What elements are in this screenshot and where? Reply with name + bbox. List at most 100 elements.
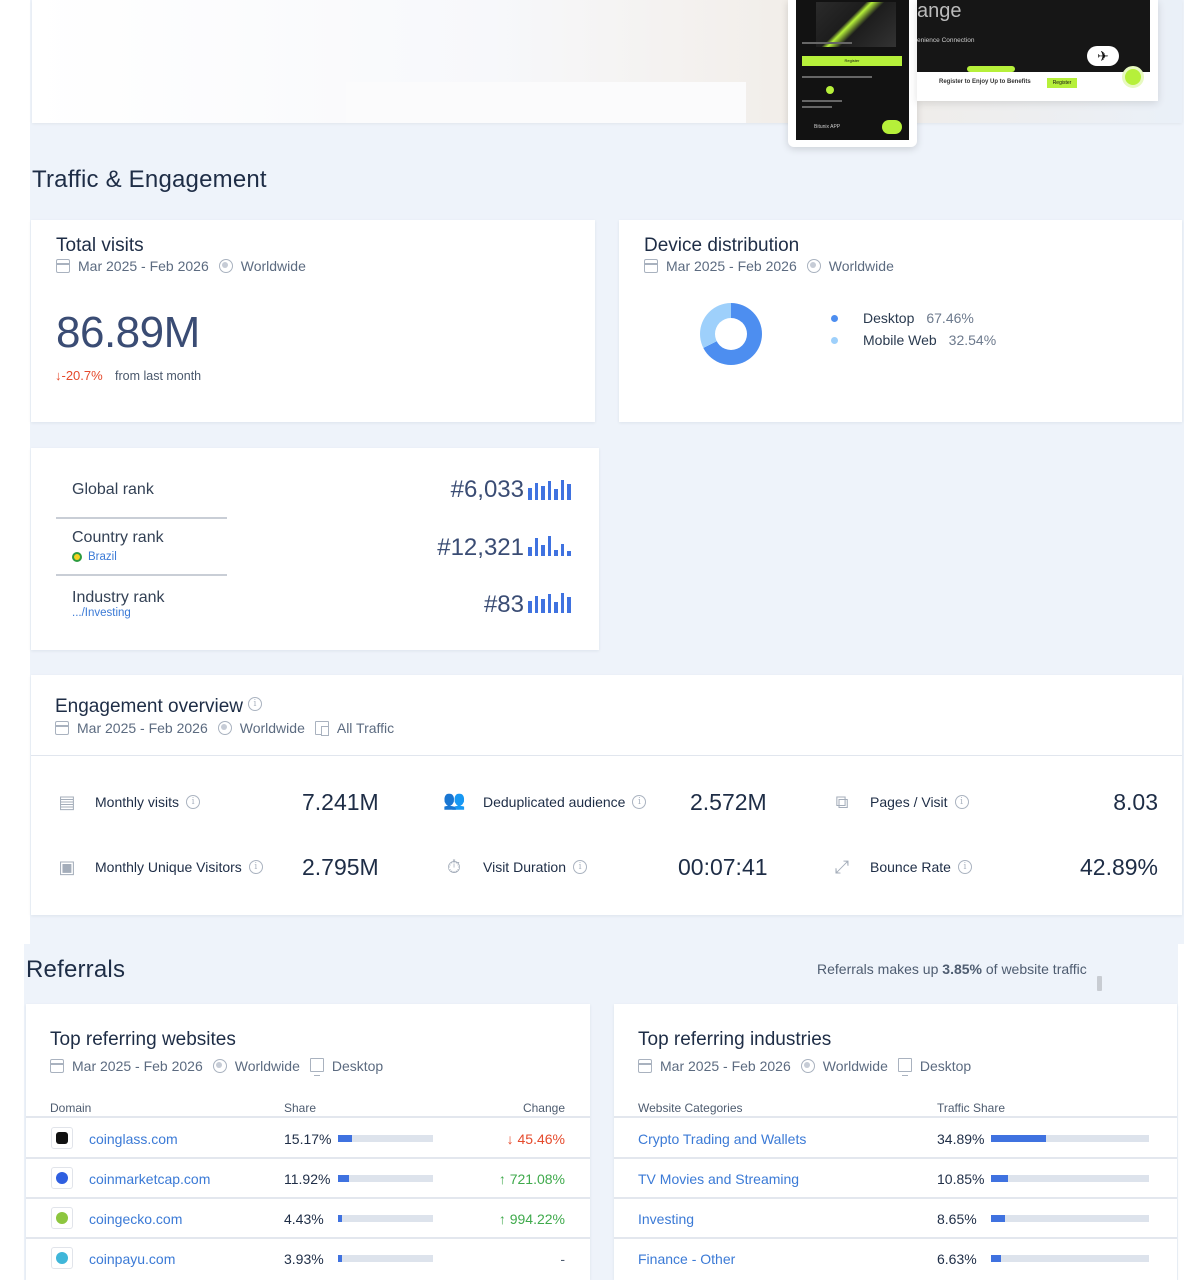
- card-title: Top referring websites: [50, 1029, 236, 1050]
- metric-value: 2.572M: [690, 789, 767, 815]
- column-header-category[interactable]: Website Categories: [638, 1101, 743, 1115]
- metric-monthly-unique-visitors: Monthly Unique Visitors i: [95, 859, 263, 875]
- rank-spark-bar: [541, 599, 545, 613]
- phone-promo-dot: [826, 86, 834, 94]
- region: Worldwide: [828, 258, 894, 274]
- rank-spark-bar: [528, 601, 532, 613]
- industry-category-link[interactable]: Crypto Trading and Wallets: [638, 1131, 806, 1147]
- rank-spark-bar: [567, 484, 571, 500]
- industry-category-link[interactable]: TV Movies and Streaming: [638, 1171, 799, 1187]
- globe-icon: [217, 721, 232, 735]
- divider: [26, 1116, 590, 1118]
- share-bar-fill: [338, 1255, 342, 1262]
- share-bar: [338, 1135, 433, 1142]
- coinglass-favicon-icon: [51, 1127, 73, 1149]
- laptop-promo-pill: [967, 66, 1015, 72]
- legend-mobile-web[interactable]: Mobile Web 32.54%: [831, 332, 996, 348]
- phone-screen: Register Bitunix APP: [796, 0, 909, 140]
- country-name[interactable]: Brazil: [88, 551, 117, 563]
- share-value: 34.89%: [937, 1131, 985, 1147]
- metric-monthly-visits: Monthly visits i: [95, 794, 201, 810]
- country-rank-sparkbars[interactable]: [528, 536, 571, 556]
- info-icon[interactable]: i: [957, 860, 972, 874]
- legend-dot: [831, 336, 838, 344]
- share-bar: [991, 1215, 1149, 1222]
- column-header-domain[interactable]: Domain: [50, 1101, 91, 1115]
- referrals-share-note: Referrals makes up 3.85% of website traf…: [817, 961, 1087, 977]
- divider: [26, 1197, 590, 1199]
- country-rank-value: #12,321: [437, 534, 524, 561]
- info-icon[interactable]: i: [954, 795, 969, 809]
- globe-icon: [806, 259, 821, 273]
- share-value: 3.93%: [284, 1251, 324, 1267]
- change-value: ↑ 994.22%: [498, 1211, 565, 1227]
- global-rank-label: Global rank: [72, 481, 154, 498]
- visitor-card-icon: ▣: [58, 857, 76, 877]
- info-icon[interactable]: i: [248, 697, 262, 711]
- coingecko-favicon-icon: [51, 1207, 73, 1229]
- plane-icon: ✈: [1087, 46, 1119, 66]
- referring-domain-link[interactable]: coinpayu.com: [89, 1251, 175, 1267]
- change-value: ↓ 45.46%: [506, 1131, 565, 1147]
- column-header-share[interactable]: Share: [284, 1101, 316, 1115]
- info-icon[interactable]: i: [632, 795, 647, 809]
- scrollbar-thumb[interactable]: [1097, 976, 1102, 991]
- region: Worldwide: [240, 258, 306, 274]
- metric-label: Deduplicated audience: [483, 794, 626, 810]
- phone-chat-badge: [882, 120, 902, 134]
- calendar-icon: [644, 259, 658, 273]
- referring-domain-link[interactable]: coingecko.com: [89, 1211, 182, 1227]
- phone-app-label: Bitunix APP: [814, 124, 841, 130]
- share-bar: [991, 1255, 1149, 1262]
- metric-label: Monthly Unique Visitors: [95, 859, 242, 875]
- region: Worldwide: [234, 1058, 300, 1074]
- phone-register-button: Register: [802, 56, 902, 66]
- referring-domain-link[interactable]: coinmarketcap.com: [89, 1171, 210, 1187]
- rank-spark-bar: [560, 593, 564, 613]
- country-rank-label: Country rank: [72, 529, 164, 546]
- legend-desktop[interactable]: Desktop 67.46%: [831, 310, 974, 326]
- share-value: 10.85%: [937, 1171, 985, 1187]
- note-text: Referrals makes up: [817, 961, 943, 977]
- rank-spark-bar: [560, 544, 564, 556]
- note-value: 3.85%: [942, 961, 982, 977]
- share-bar-fill: [991, 1135, 1047, 1142]
- info-icon[interactable]: i: [573, 860, 588, 874]
- total-visits-card: Total visits Mar 2025 - Feb 2026 Worldwi…: [31, 220, 595, 422]
- metric-visit-duration: Visit Duration i: [483, 859, 588, 875]
- industry-link[interactable]: .../Investing: [72, 607, 131, 619]
- share-bar-fill: [338, 1215, 343, 1222]
- phone-line: [802, 76, 872, 78]
- country-link[interactable]: Brazil: [72, 551, 117, 563]
- info-icon[interactable]: i: [186, 795, 201, 809]
- industry-category-link[interactable]: Investing: [638, 1211, 694, 1227]
- industry-category-link[interactable]: Finance - Other: [638, 1251, 735, 1267]
- rank-spark-bar: [567, 551, 571, 556]
- laptop-register-button: Register: [1047, 78, 1077, 88]
- share-value: 6.63%: [937, 1251, 977, 1267]
- column-header-traffic-share[interactable]: Traffic Share: [937, 1101, 1005, 1115]
- column-header-change[interactable]: Change: [480, 1101, 565, 1115]
- stopwatch-icon: ⏱: [446, 857, 462, 877]
- industry-rank-value: #83: [483, 591, 524, 618]
- info-icon[interactable]: i: [248, 860, 263, 874]
- share-bar: [338, 1255, 433, 1262]
- legend-value: 32.54%: [948, 332, 997, 348]
- date-range: Mar 2025 - Feb 2026: [72, 1058, 203, 1074]
- total-visits-value: 86.89M: [56, 308, 200, 357]
- global-rank-sparkbars[interactable]: [528, 480, 571, 500]
- metric-value: 2.795M: [302, 854, 379, 880]
- metric-label: Bounce Rate: [870, 859, 951, 875]
- share-bar-fill: [991, 1255, 1002, 1262]
- share-bar: [991, 1175, 1149, 1182]
- rank-spark-bar: [560, 480, 564, 500]
- referring-domain-link[interactable]: coinglass.com: [89, 1131, 178, 1147]
- rank-spark-bar: [528, 547, 532, 556]
- traffic-type: All Traffic: [336, 720, 395, 736]
- share-bar-fill: [338, 1135, 353, 1142]
- desktop-icon: [897, 1058, 912, 1076]
- industry-rank-sparkbars[interactable]: [528, 593, 571, 613]
- device-donut-chart[interactable]: [700, 303, 762, 365]
- change-value: ↑ 721.08%: [498, 1171, 565, 1187]
- industry-rank-label: Industry rank: [72, 589, 165, 606]
